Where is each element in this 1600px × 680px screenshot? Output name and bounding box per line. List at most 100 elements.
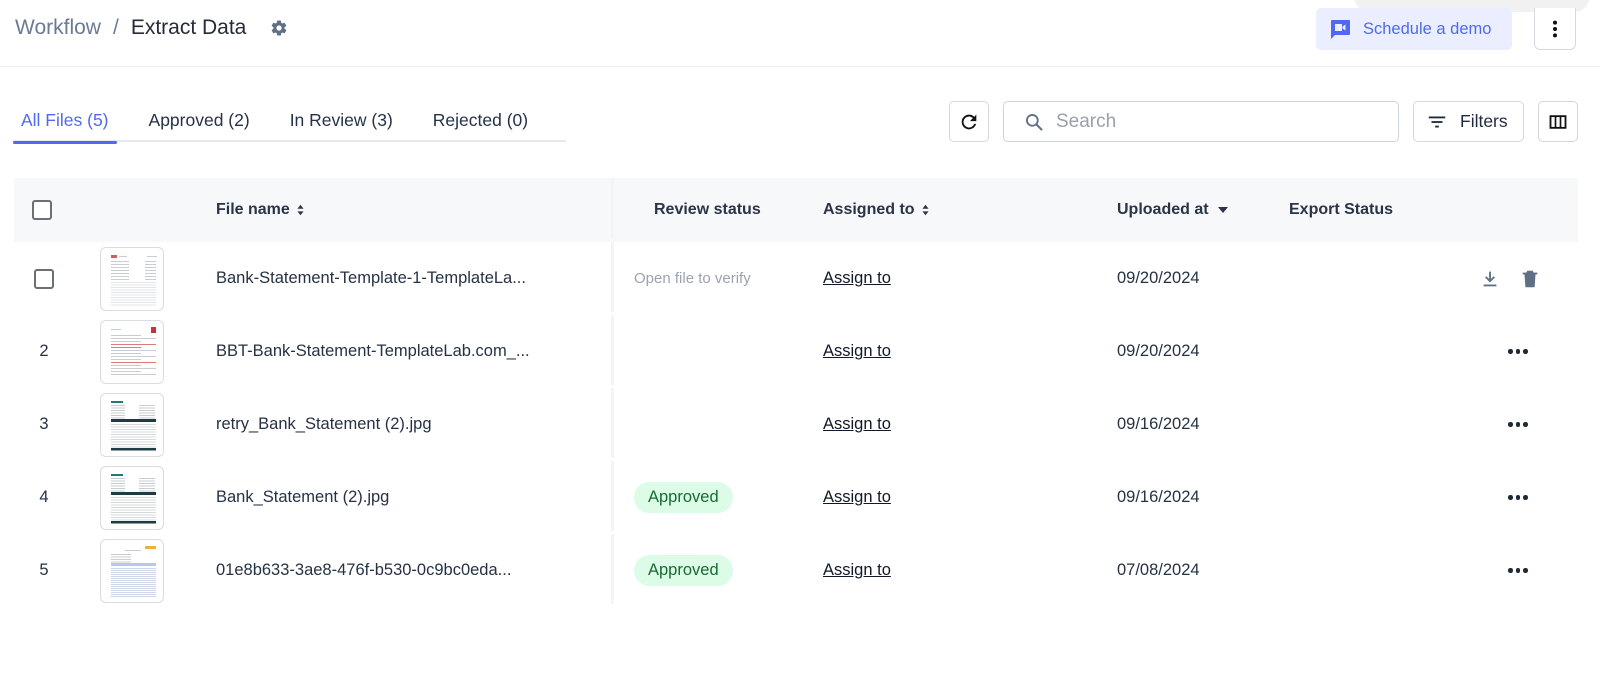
sort-icon (921, 203, 930, 217)
columns-button[interactable] (1538, 101, 1578, 142)
header-uploaded-at[interactable]: Uploaded at (1117, 201, 1229, 219)
document-thumbnail-icon (107, 470, 159, 527)
assign-cell: Assign to (823, 561, 891, 580)
row-number: 3 (39, 415, 49, 433)
status-badge: Approved (634, 555, 733, 586)
uploaded-at: 09/20/2024 (1117, 342, 1200, 360)
table-body: Bank-Statement-Template-1-TemplateLa... … (14, 242, 1578, 607)
assign-to-link[interactable]: Assign to (823, 488, 891, 507)
more-options-button[interactable] (1534, 8, 1576, 50)
uploaded-at: 09/16/2024 (1117, 415, 1200, 433)
download-icon[interactable] (1479, 268, 1501, 290)
uploaded-at: 09/20/2024 (1117, 269, 1200, 287)
assign-to-link[interactable]: Assign to (823, 269, 891, 288)
file-thumbnail[interactable] (100, 319, 164, 384)
select-all-cell (32, 200, 52, 220)
row-number: 5 (39, 561, 49, 579)
assign-cell: Assign to (823, 415, 891, 434)
more-horizontal-icon[interactable] (1504, 564, 1532, 577)
file-thumbnail-cell (100, 392, 164, 457)
breadcrumb: Workflow / Extract Data (15, 16, 288, 40)
row-actions (1504, 345, 1532, 358)
refresh-icon (961, 114, 977, 129)
assign-to-link[interactable]: Assign to (823, 342, 891, 361)
status-badge: Approved (634, 482, 733, 513)
open-file-hint[interactable]: Open file to verify (634, 270, 751, 287)
document-thumbnail-icon (107, 251, 159, 308)
document-thumbnail-icon (107, 543, 159, 600)
schedule-demo-button[interactable]: Schedule a demo (1316, 8, 1512, 50)
file-name[interactable]: Bank_Statement (2).jpg (216, 488, 389, 507)
document-thumbnail-icon (107, 397, 159, 454)
row-checkbox[interactable] (34, 268, 54, 289)
assign-to-link[interactable]: Assign to (823, 561, 891, 580)
file-name[interactable]: Bank-Statement-Template-1-TemplateLa... (216, 269, 526, 288)
column-divider (611, 178, 614, 239)
columns-icon (1549, 114, 1567, 129)
top-bar: Workflow / Extract Data Schedule a demo (0, 0, 1600, 67)
row-actions (1504, 418, 1532, 431)
header-assigned-to-label: Assigned to (823, 201, 915, 218)
gear-icon[interactable] (270, 19, 288, 37)
file-name[interactable]: BBT-Bank-Statement-TemplateLab.com_... (216, 342, 530, 361)
row-select-cell: 5 (34, 561, 54, 580)
header-assigned-to[interactable]: Assigned to (823, 201, 930, 219)
review-status-cell: Open file to verify (634, 270, 751, 287)
file-tabs: All Files (5) Approved (2) In Review (3)… (13, 104, 566, 144)
table-row[interactable]: 3 retry_Bank_Statement (2).jpg Assign to… (14, 388, 1578, 461)
trash-icon[interactable] (1519, 268, 1541, 290)
file-name[interactable]: retry_Bank_Statement (2).jpg (216, 415, 432, 434)
review-status-cell: Approved (634, 555, 733, 586)
more-horizontal-icon[interactable] (1504, 418, 1532, 431)
row-number: 4 (39, 488, 49, 506)
row-number: 2 (39, 342, 49, 360)
tab-in-review[interactable]: In Review (3) (282, 104, 401, 142)
column-divider (611, 242, 614, 312)
refresh-button[interactable] (949, 101, 989, 142)
header-export-status: Export Status (1289, 201, 1394, 218)
search-field[interactable] (1003, 101, 1399, 142)
tab-rejected[interactable]: Rejected (0) (425, 104, 536, 142)
row-select-cell: 4 (34, 488, 54, 507)
row-actions (1479, 268, 1541, 290)
row-select-cell: 2 (34, 342, 54, 361)
filters-button[interactable]: Filters (1413, 101, 1524, 142)
table-row[interactable]: 5 01e8b633-3ae8-476f-b530-0c9bc0eda... A… (14, 534, 1578, 607)
file-thumbnail[interactable] (100, 246, 164, 311)
column-divider (611, 388, 614, 458)
review-status-cell: Approved (634, 482, 733, 513)
sort-desc-icon (1217, 206, 1229, 214)
kebab-vertical-icon (1552, 20, 1558, 37)
search-input[interactable] (1056, 110, 1376, 133)
row-actions (1504, 564, 1532, 577)
header-uploaded-at-label: Uploaded at (1117, 201, 1209, 218)
table-row[interactable]: 4 Bank_Statement (2).jpg Approved Assign… (14, 461, 1578, 534)
column-divider (611, 315, 614, 385)
file-thumbnail[interactable] (100, 465, 164, 530)
header-file-name[interactable]: File name (216, 201, 305, 219)
breadcrumb-workflow-link[interactable]: Workflow (15, 16, 101, 40)
assign-cell: Assign to (823, 342, 891, 361)
more-horizontal-icon[interactable] (1504, 491, 1532, 504)
schedule-demo-label: Schedule a demo (1363, 19, 1492, 38)
row-select-cell: 3 (34, 415, 54, 434)
table-row[interactable]: 2 BBT-Bank-Statement-TemplateLab.com_...… (14, 315, 1578, 388)
row-select-cell (34, 268, 54, 289)
tab-approved[interactable]: Approved (2) (141, 104, 258, 142)
select-all-checkbox[interactable] (32, 200, 52, 220)
assign-to-link[interactable]: Assign to (823, 415, 891, 434)
tab-all-files[interactable]: All Files (5) (13, 104, 117, 144)
file-thumbnail-cell (100, 246, 164, 311)
file-thumbnail[interactable] (100, 538, 164, 603)
file-name[interactable]: 01e8b633-3ae8-476f-b530-0c9bc0eda... (216, 561, 511, 580)
table-header: File name Review status Assigned to Uplo… (14, 178, 1578, 242)
file-thumbnail[interactable] (100, 392, 164, 457)
column-divider (611, 534, 614, 604)
uploaded-at: 07/08/2024 (1117, 561, 1200, 579)
document-thumbnail-icon (107, 324, 159, 381)
page-title: Extract Data (130, 16, 247, 39)
table-row[interactable]: Bank-Statement-Template-1-TemplateLa... … (14, 242, 1578, 315)
row-actions (1504, 491, 1532, 504)
column-divider (611, 461, 614, 531)
more-horizontal-icon[interactable] (1504, 345, 1532, 358)
